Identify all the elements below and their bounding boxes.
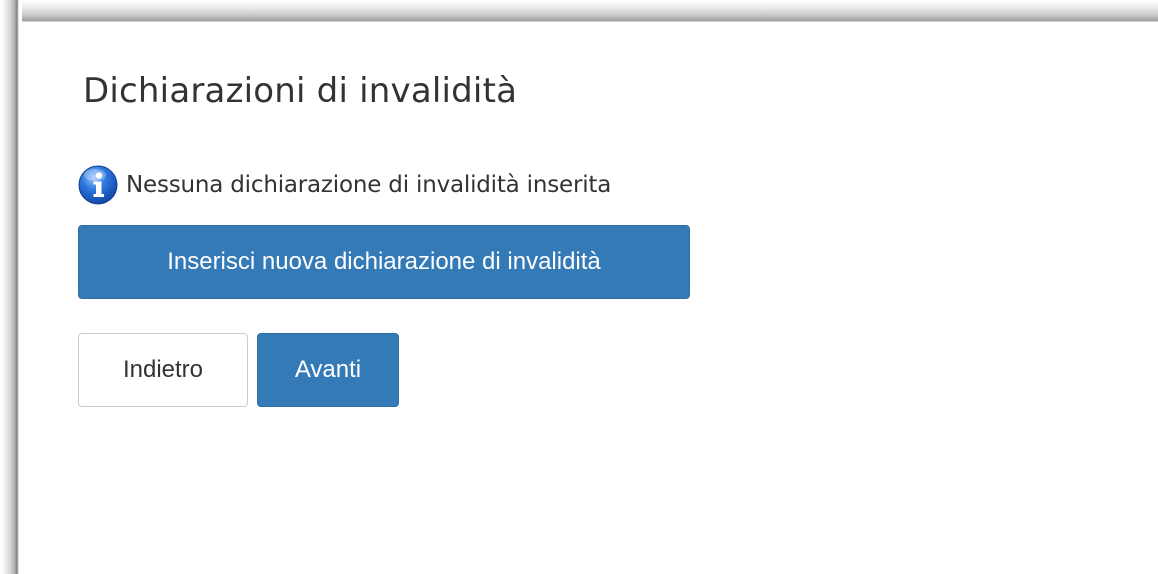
panel-shadow-left <box>0 0 22 574</box>
notice-text: Nessuna dichiarazione di invalidità inse… <box>126 172 612 198</box>
screen: Dichiarazioni di invalidità Nessuna dich… <box>0 0 1158 574</box>
content-panel: Dichiarazioni di invalidità Nessuna dich… <box>20 22 1158 574</box>
panel-shadow-top <box>0 0 1158 22</box>
back-button[interactable]: Indietro <box>78 333 248 407</box>
page-title: Dichiarazioni di invalidità <box>83 71 518 111</box>
insert-disability-declaration-button[interactable]: Inserisci nuova dichiarazione di invalid… <box>78 225 690 299</box>
next-button[interactable]: Avanti <box>257 333 399 407</box>
info-notice: Nessuna dichiarazione di invalidità inse… <box>78 163 611 207</box>
info-icon <box>78 165 118 205</box>
